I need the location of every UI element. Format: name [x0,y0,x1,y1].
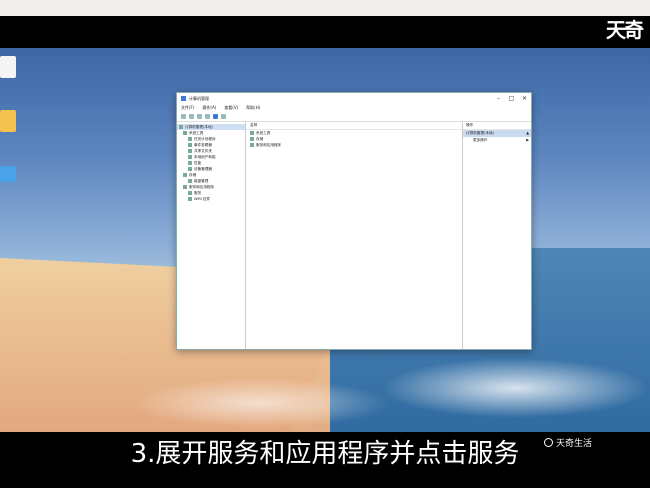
watermark-logo-icon [544,438,553,447]
tree-item-label: WMI 控件 [194,197,211,201]
wallpaper-foam [380,358,650,418]
computer-management-icon [181,96,186,101]
close-button[interactable]: ✕ [518,95,531,102]
services-apps-icon [183,185,187,189]
menu-view[interactable]: 查看(V) [224,105,238,111]
actions-pane: 操作 计算机管理(本地) ▲ 更多操作 ▶ [463,122,531,349]
center-list-pane: 名称 系统工具 存储 服务和应用程序 [246,122,463,349]
window-titlebar[interactable]: 计算机管理 – □ ✕ [177,93,531,104]
shared-folder-icon [188,149,192,153]
submenu-arrow-icon: ▶ [526,138,529,142]
more-actions-item[interactable]: 更多操作 ▶ [463,137,531,144]
wmi-icon [188,197,192,201]
corner-logo: 天奇 [606,18,644,42]
disk-icon [188,179,192,183]
performance-icon [188,161,192,165]
toolbar [177,112,531,122]
help-icon[interactable] [221,114,226,119]
menu-help[interactable]: 帮助(H) [246,105,260,111]
up-folder-icon[interactable] [197,114,202,119]
desktop-computer-icon[interactable] [0,166,16,182]
actions-section-label: 计算机管理(本地) [466,131,494,135]
navigation-tree: 计算机管理(本地) 系统工具 任务计划程序 事件查看器 共享文件夹 本地用户和组… [177,122,246,349]
clock-icon [188,137,192,141]
tree-item-wmi-control[interactable]: WMI 控件 [177,196,245,202]
services-apps-icon [250,143,254,147]
more-actions-label: 更多操作 [473,138,488,142]
gear-icon [188,191,192,195]
window-content: 计算机管理(本地) 系统工具 任务计划程序 事件查看器 共享文件夹 本地用户和组… [177,122,531,349]
tools-icon [250,131,254,135]
list-item[interactable]: 服务和应用程序 [246,142,462,148]
menu-bar: 文件(F) 操作(A) 查看(V) 帮助(H) [177,104,531,112]
list-item-label: 服务和应用程序 [256,143,282,147]
computer-icon [179,125,183,129]
menu-file[interactable]: 文件(F) [181,105,194,111]
desktop-file-icon[interactable] [0,56,16,78]
storage-icon [250,137,254,141]
show-hide-tree-icon[interactable] [205,114,210,119]
column-header-name[interactable]: 名称 [246,122,462,130]
actions-section-computer-management[interactable]: 计算机管理(本地) ▲ [463,130,531,137]
video-top-bar: 天奇 [0,0,650,48]
tree-item-label: 服务和应用程序 [189,185,215,189]
properties-icon[interactable] [213,114,218,119]
maximize-button[interactable]: □ [505,95,518,102]
actions-header: 操作 [463,122,531,130]
event-log-icon [188,143,192,147]
watermark-text: 天奇生活 [556,439,593,449]
watermark: 天奇生活 [544,436,592,449]
computer-management-window[interactable]: 计算机管理 – □ ✕ 文件(F) 操作(A) 查看(V) 帮助(H) 计算机管… [176,92,532,350]
window-title: 计算机管理 [189,95,209,101]
forward-arrow-icon[interactable] [189,114,194,119]
tree-item-label: 设备管理器 [194,167,212,171]
top-strip [0,0,650,16]
wallpaper-foam [130,378,390,428]
desktop-folder-icon[interactable] [0,110,16,132]
minimize-button[interactable]: – [492,95,505,102]
collapse-arrow-icon: ▲ [526,131,529,135]
tools-icon [183,131,187,135]
back-arrow-icon[interactable] [181,114,186,119]
menu-action[interactable]: 操作(A) [202,105,216,111]
storage-icon [183,173,187,177]
users-icon [188,155,192,159]
device-icon [188,167,192,171]
